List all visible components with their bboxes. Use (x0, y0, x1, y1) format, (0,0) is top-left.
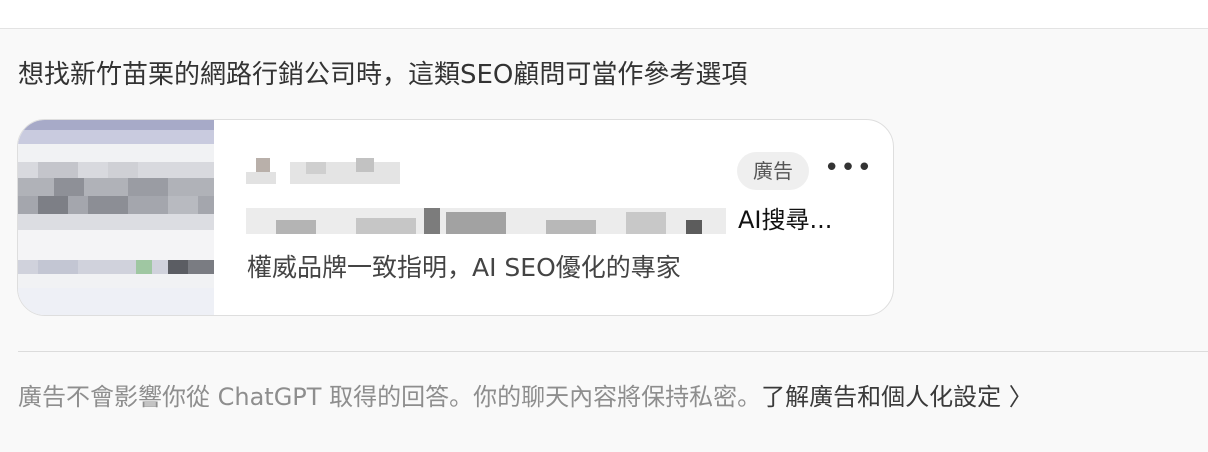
ad-badge: 廣告 (737, 152, 809, 190)
more-options-icon[interactable]: ••• (824, 152, 872, 190)
ad-title-text: AI搜尋... (738, 206, 833, 234)
ad-settings-link[interactable]: 了解廣告和個人化設定 (761, 383, 1001, 411)
sponsored-ad-card[interactable]: 廣告 ••• AI搜尋... 權威品牌一致指明，AI SEO優化的專家 (17, 119, 894, 316)
ad-disclaimer-text: 廣告不會影響你從 ChatGPT 取得的回答。你的聊天內容將保持私密。 (18, 383, 762, 411)
advertiser-name-blurred (246, 156, 426, 186)
ad-panel: 想找新竹苗栗的網路行銷公司時，這類SEO顧問可當作參考選項 廣告 ••• AI搜… (0, 28, 1208, 452)
ad-title[interactable]: AI搜尋... (246, 202, 856, 238)
ad-thumbnail-image (18, 120, 214, 315)
top-strip (0, 0, 1208, 28)
ad-disclaimer: 廣告不會影響你從 ChatGPT 取得的回答。你的聊天內容將保持私密。了解廣告和… (18, 380, 1033, 414)
ad-description: 權威品牌一致指明，AI SEO優化的專家 (247, 253, 681, 282)
chevron-right-icon[interactable]: 〉 (1009, 383, 1033, 411)
ad-heading: 想找新竹苗栗的網路行銷公司時，這類SEO顧問可當作參考選項 (18, 60, 748, 90)
divider (18, 351, 1208, 352)
ad-title-blurred (246, 202, 726, 238)
